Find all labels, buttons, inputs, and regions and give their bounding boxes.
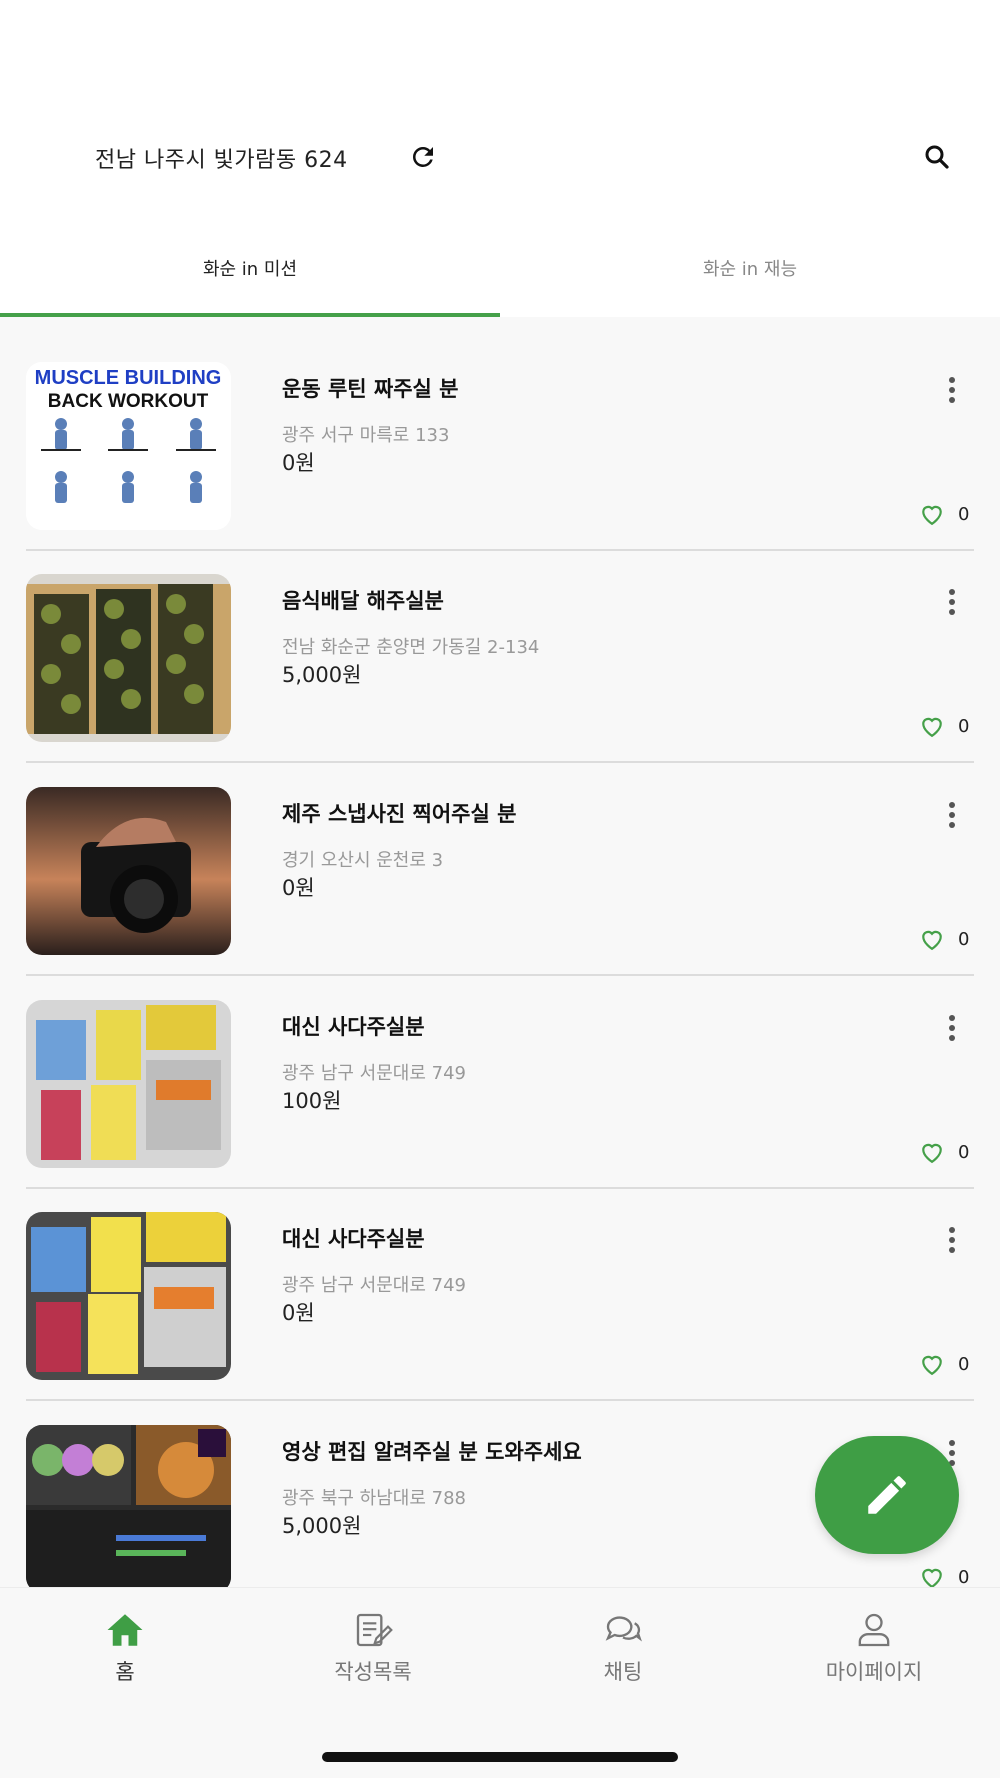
refresh-icon (413, 147, 433, 167)
like-button[interactable]: 0 (918, 1352, 969, 1376)
more-options-button[interactable] (940, 584, 964, 620)
nav-my-posts-label: 작성목록 (334, 1660, 412, 1684)
heart-icon (922, 1355, 942, 1376)
like-count: 0 (958, 1353, 970, 1375)
list-item[interactable]: 대신 사다주실분 광주 남구 서문대로 749 0원 0 (0, 1167, 1000, 1401)
like-button[interactable]: 0 (918, 714, 969, 738)
thumb-heading-1: MUSCLE BUILDING (35, 367, 222, 389)
item-address: 광주 서구 마륵로 133 (282, 425, 450, 446)
pencil-icon (868, 1476, 906, 1514)
heart-icon (922, 505, 942, 526)
search-icon (925, 145, 949, 169)
item-title: 대신 사다주실분 (282, 1227, 425, 1251)
like-button[interactable]: 0 (918, 1565, 969, 1587)
app-screen: 전남 나주시 빛가람동 624 화순 in 미션 화순 in 재능 MUSCLE… (0, 0, 1000, 1778)
heart-icon (922, 1568, 942, 1587)
like-count: 0 (958, 503, 970, 525)
like-count: 0 (958, 928, 970, 950)
list-item[interactable]: 대신 사다주실분 광주 남구 서문대로 749 100원 0 (0, 955, 1000, 1189)
heart-icon (922, 930, 942, 951)
item-price: 100원 (282, 1089, 342, 1113)
item-address: 전남 화순군 춘양면 가동길 2-134 (282, 637, 540, 658)
item-address: 광주 남구 서문대로 749 (282, 1063, 467, 1084)
tab-mission[interactable]: 화순 in 미션 (0, 230, 500, 317)
item-thumbnail (26, 787, 231, 955)
item-price: 0원 (282, 876, 315, 900)
document-edit-icon (356, 1613, 393, 1647)
header: 전남 나주시 빛가람동 624 (0, 0, 1000, 230)
item-price: 0원 (282, 451, 315, 475)
like-count: 0 (958, 1141, 970, 1163)
item-price: 5,000원 (282, 1514, 362, 1538)
thumb-heading-2: BACK WORKOUT (48, 391, 209, 412)
item-address: 광주 남구 서문대로 749 (282, 1275, 467, 1296)
home-indicator (322, 1752, 678, 1762)
like-count: 0 (958, 715, 970, 737)
item-thumbnail: MUSCLE BUILDING BACK WORKOUT (26, 362, 231, 530)
nav-chat[interactable]: 채팅 (523, 1610, 723, 1686)
item-thumbnail (26, 574, 231, 742)
item-title: 음식배달 해주실분 (282, 589, 444, 613)
more-options-button[interactable] (940, 1222, 964, 1258)
item-thumbnail (26, 1000, 231, 1168)
search-button[interactable] (920, 140, 954, 174)
nav-home-label: 홈 (115, 1660, 135, 1684)
nav-my-posts[interactable]: 작성목록 (273, 1610, 473, 1686)
list-item[interactable]: 제주 스냅사진 찍어주실 분 경기 오산시 운천로 3 0원 0 (0, 742, 1000, 976)
item-price: 0원 (282, 1301, 315, 1325)
item-title: 영상 편집 알려주실 분 도와주세요 (282, 1440, 582, 1464)
more-options-button[interactable] (940, 372, 964, 408)
more-options-button[interactable] (940, 1010, 964, 1046)
like-count: 0 (958, 1566, 970, 1588)
more-options-button[interactable] (940, 797, 964, 833)
item-title: 제주 스냅사진 찍어주실 분 (282, 802, 517, 826)
nav-mypage-label: 마이페이지 (825, 1660, 923, 1684)
tab-bar: 화순 in 미션 화순 in 재능 (0, 230, 1000, 317)
like-button[interactable]: 0 (918, 1140, 969, 1164)
item-price: 5,000원 (282, 663, 362, 687)
nav-mypage[interactable]: 마이페이지 (774, 1610, 974, 1686)
like-button[interactable]: 0 (918, 927, 969, 951)
person-icon (858, 1613, 890, 1647)
bottom-nav: 홈 작성목록 채팅 마이페이지 (0, 1587, 1000, 1778)
heart-icon (922, 717, 942, 738)
item-address: 경기 오산시 운천로 3 (282, 850, 444, 871)
nav-chat-label: 채팅 (603, 1660, 643, 1684)
like-button[interactable]: 0 (918, 502, 969, 526)
item-thumbnail (26, 1425, 231, 1587)
list-item[interactable]: MUSCLE BUILDING BACK WORKOUT 운동 루틴 짜주실 분… (0, 317, 1000, 551)
item-thumbnail (26, 1212, 231, 1380)
item-title: 운동 루틴 짜주실 분 (282, 377, 459, 401)
list-item[interactable]: 음식배달 해주실분 전남 화순군 춘양면 가동길 2-134 5,000원 0 (0, 529, 1000, 763)
tab-talent[interactable]: 화순 in 재능 (500, 230, 1000, 317)
nav-home[interactable]: 홈 (25, 1610, 225, 1686)
location-text[interactable]: 전남 나주시 빛가람동 624 (95, 142, 348, 174)
home-icon (107, 1614, 143, 1646)
chat-icon (605, 1616, 642, 1642)
mission-list: MUSCLE BUILDING BACK WORKOUT 운동 루틴 짜주실 분… (0, 317, 1000, 1587)
write-button[interactable] (815, 1436, 959, 1554)
heart-icon (922, 1143, 942, 1164)
refresh-button[interactable] (406, 140, 440, 174)
item-address: 광주 북구 하남대로 788 (282, 1488, 467, 1509)
item-title: 대신 사다주실분 (282, 1015, 425, 1039)
